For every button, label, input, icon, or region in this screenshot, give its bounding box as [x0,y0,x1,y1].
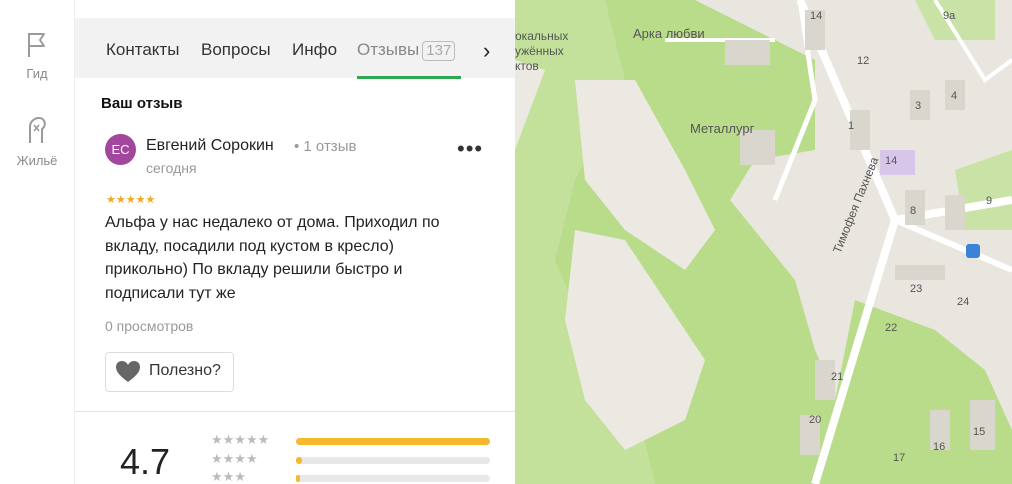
more-options-icon[interactable]: ••• [457,136,483,162]
map[interactable]: Арка любви Металлург Тимофея Пахнева ока… [515,0,1012,484]
house-number: 9а [943,10,956,22]
review-date: сегодня [146,160,197,176]
house-number: 3 [915,100,922,112]
rail-item-housing[interactable]: Жильё [0,115,74,168]
house-number: 24 [957,296,970,308]
distribution-bar-track [296,457,490,464]
tab-questions[interactable]: Вопросы [201,40,271,60]
avatar[interactable]: ЕС [105,134,136,165]
house-number: 4 [951,90,958,102]
overall-rating: 4.7 [120,441,171,482]
distribution-stars: ★★★ [211,469,246,484]
house-number: 15 [973,426,986,438]
distribution-bar-fill [296,457,302,464]
distribution-bar-fill [296,475,300,482]
rating-distribution-row[interactable]: ★★★★ [211,451,491,467]
rating-distribution-row[interactable]: ★★★★★ [211,432,491,448]
map-label-partial-3: ктов [515,59,539,73]
tab-contacts[interactable]: Контакты [106,40,179,60]
house-number: 20 [809,414,822,426]
rail-item-label: Гид [26,66,48,81]
distribution-stars: ★★★★★ [211,432,270,447]
useful-button[interactable]: Полезно? [105,352,234,392]
building-icon [29,116,46,143]
distribution-bar-track [296,475,490,482]
tab-reviews[interactable]: Отзывы 137 [357,40,456,61]
review-author[interactable]: Евгений Сорокин [146,137,274,155]
flag-icon [28,33,45,57]
house-number: 9 [986,195,993,207]
house-number: 1 [848,120,855,132]
side-rail: Гид Жильё [0,0,75,484]
tab-bar: Контакты Вопросы Инфо Отзывы 137 › [75,18,515,79]
map-label-partial-1: окальных [515,29,569,43]
tab-reviews-label: Отзывы [357,40,420,59]
heart-icon [116,361,140,382]
chevron-right-icon[interactable]: › [483,38,490,64]
tab-info[interactable]: Инфо [292,40,337,60]
review-views: 0 просмотров [105,318,194,334]
house-number: 14 [810,10,823,22]
useful-label: Полезно? [149,362,221,379]
map-canvas[interactable] [515,0,1012,484]
review-text: Альфа у нас недалеко от дома. Приходил п… [105,214,440,302]
review-author-count[interactable]: • 1 отзыв [294,138,356,155]
map-label-metallurg[interactable]: Металлург [690,121,754,136]
distribution-stars: ★★★★ [211,451,258,466]
rating-distribution-row[interactable]: ★★★ [211,469,491,484]
distribution-bar-fill [296,438,490,445]
divider [75,411,515,412]
reviews-count-badge: 137 [422,41,456,61]
review-stars: ★★★★★ [106,194,156,206]
house-number: 23 [910,283,923,295]
active-tab-indicator [357,76,461,79]
house-number: 17 [893,452,906,464]
rail-item-guide[interactable]: Гид [0,30,74,81]
distribution-bar-track [296,438,490,445]
house-number: 22 [885,322,898,334]
section-title: Ваш отзыв [101,95,183,112]
house-number: 14 [885,155,898,167]
place-panel: Контакты Вопросы Инфо Отзывы 137 › Ваш от… [75,0,515,484]
house-number: 12 [857,55,870,67]
house-number: 21 [831,371,844,383]
house-number: 8 [910,205,917,217]
rail-item-label: Жильё [16,153,58,168]
map-label-partial-2: ужённых [515,44,564,58]
map-label-arch[interactable]: Арка любви [633,26,705,41]
house-number: 16 [933,441,946,453]
bus-stop-icon[interactable] [966,244,980,258]
